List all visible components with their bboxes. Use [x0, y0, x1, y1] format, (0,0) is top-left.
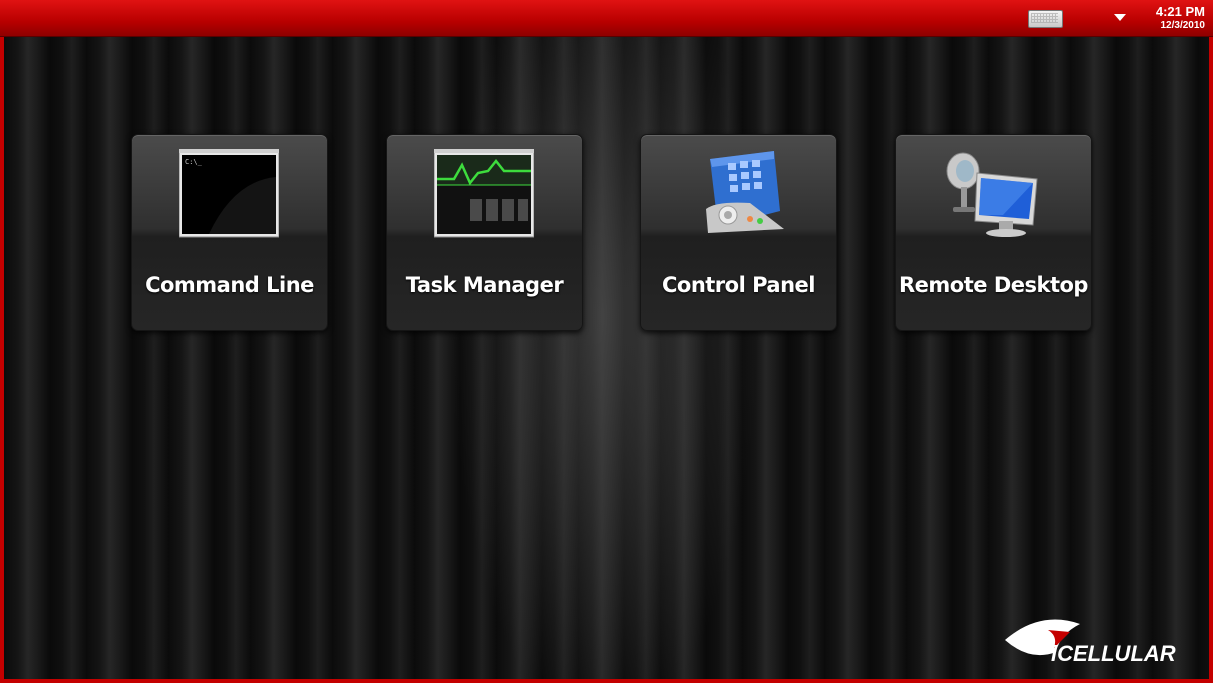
keyboard-icon[interactable] [1028, 10, 1063, 28]
tile-remote-desktop[interactable]: Remote Desktop [895, 134, 1092, 331]
command-prompt-icon: C:\_ [179, 149, 279, 238]
tile-label: Control Panel [661, 273, 816, 297]
remote-desktop-icon [946, 152, 1038, 237]
prompt-text: C:\_ [185, 158, 203, 166]
keyboard-keys [1031, 13, 1058, 23]
tile-label: Remote Desktop [899, 273, 1088, 297]
tile-command-line[interactable]: C:\_ Command Line [131, 134, 328, 331]
tile-control-panel[interactable]: Control Panel [640, 134, 837, 331]
clock-date: 12/3/2010 [1160, 20, 1206, 31]
tile-label: Command Line [145, 273, 314, 297]
tile-label: Task Manager [405, 273, 564, 297]
status-bar: 4:21 PM 12/3/2010 [0, 0, 1213, 37]
triangle-down-icon[interactable] [1114, 14, 1126, 21]
red-frame [0, 0, 1213, 683]
clock-time: 4:21 PM [1155, 4, 1205, 19]
brand-logo-text: iCELLULAR [1051, 641, 1176, 666]
control-panel-icon [706, 151, 784, 233]
tile-task-manager[interactable]: Task Manager [386, 134, 583, 331]
task-manager-icon [434, 149, 534, 238]
